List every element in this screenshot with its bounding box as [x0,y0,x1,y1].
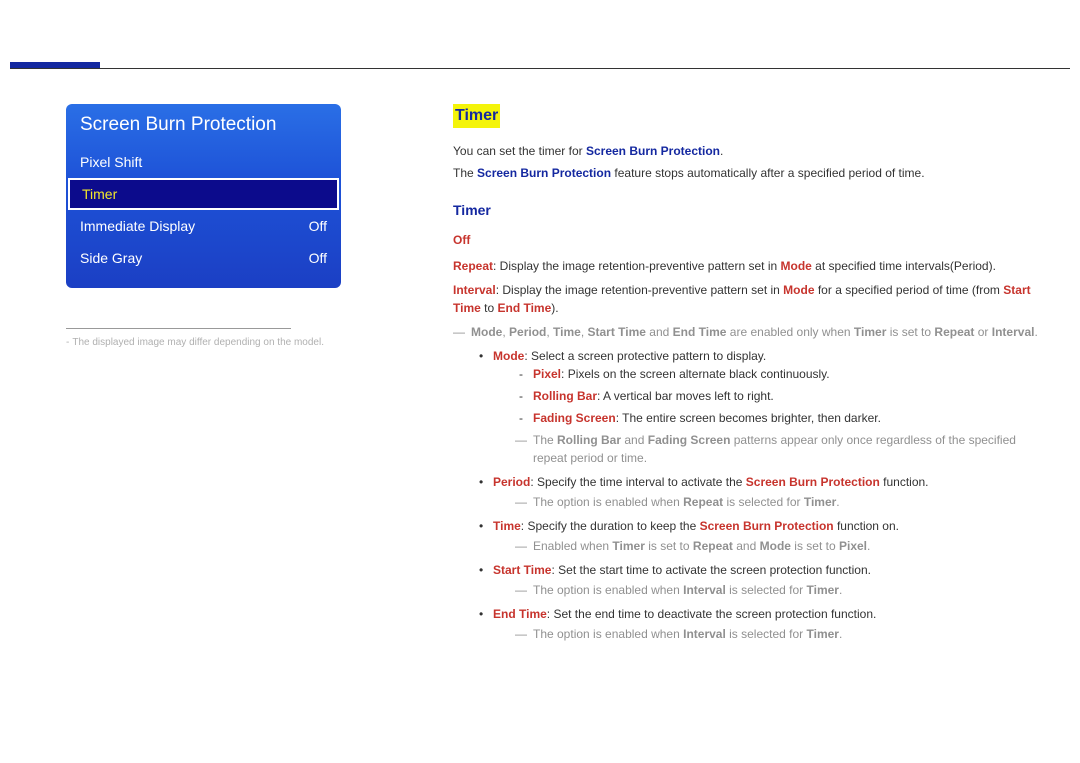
intro-line-1: You can set the timer for Screen Burn Pr… [453,142,1043,160]
list-item-period: Period: Specify the time interval to act… [479,473,1043,511]
menu-item-side-gray[interactable]: Side Gray Off [66,242,341,274]
note-period: The option is enabled when Repeat is sel… [533,493,1043,511]
menu-item-label: Immediate Display [80,218,195,234]
menu-item-value: Off [309,250,327,266]
list-item-end-time: End Time: Set the end time to deactivate… [479,605,1043,643]
note-time: Enabled when Timer is set to Repeat and … [533,537,1043,555]
footnote-rule [66,328,291,329]
list-item-fading-screen: Fading Screen: The entire screen becomes… [519,409,1043,427]
list-item-rolling-bar: Rolling Bar: A vertical bar moves left t… [519,387,1043,405]
note-start-time: The option is enabled when Interval is s… [533,581,1043,599]
note-enabled-when: Mode, Period, Time, Start Time and End T… [471,323,1043,341]
sub-section-title: Timer [453,200,1043,221]
menu-item-label: Timer [82,186,117,202]
option-repeat: Repeat: Display the image retention-prev… [453,257,1043,275]
menu-panel: Screen Burn Protection Pixel Shift Timer… [66,104,341,288]
section-title: Timer [453,104,500,128]
menu-title: Screen Burn Protection [66,104,341,146]
list-item-start-time: Start Time: Set the start time to activa… [479,561,1043,599]
note-end-time: The option is enabled when Interval is s… [533,625,1043,643]
mode-sublist: Pixel: Pixels on the screen alternate bl… [519,365,1043,427]
left-column: Screen Burn Protection Pixel Shift Timer… [66,104,341,348]
intro-line-2: The Screen Burn Protection feature stops… [453,164,1043,182]
menu-item-pixel-shift[interactable]: Pixel Shift [66,146,341,178]
header-rule [10,68,1070,69]
list-item-pixel: Pixel: Pixels on the screen alternate bl… [519,365,1043,383]
option-off: Off [453,231,1043,249]
footnote: -The displayed image may differ dependin… [66,337,341,348]
menu-item-immediate-display[interactable]: Immediate Display Off [66,210,341,242]
menu-item-value: Off [309,218,327,234]
list-item-mode: Mode: Select a screen protective pattern… [479,347,1043,467]
menu-item-label: Pixel Shift [80,154,142,170]
menu-item-label: Side Gray [80,250,142,266]
mode-list: Mode: Select a screen protective pattern… [479,347,1043,643]
option-interval: Interval: Display the image retention-pr… [453,281,1043,317]
note-rolling-fading: The Rolling Bar and Fading Screen patter… [533,431,1043,467]
content-column: Timer You can set the timer for Screen B… [453,104,1043,649]
menu-item-timer[interactable]: Timer [68,178,339,210]
list-item-time: Time: Specify the duration to keep the S… [479,517,1043,555]
